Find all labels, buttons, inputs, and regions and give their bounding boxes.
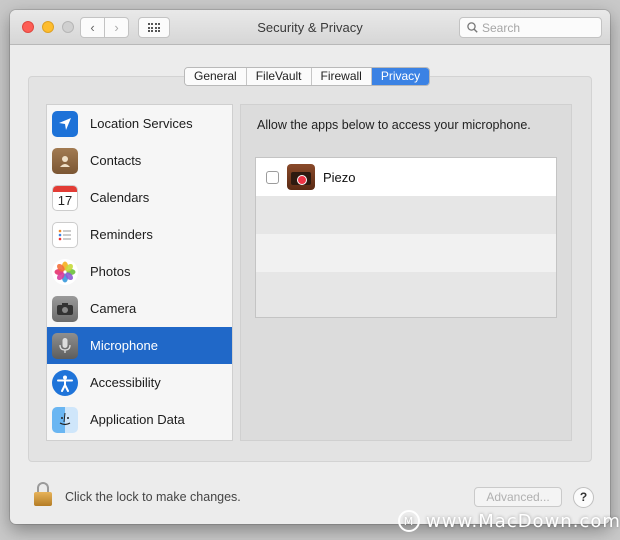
- search-input[interactable]: [482, 20, 592, 35]
- camera-icon: [52, 295, 78, 322]
- tab-firewall[interactable]: Firewall: [311, 68, 372, 85]
- sidebar-item-accessibility[interactable]: Accessibility: [47, 364, 232, 401]
- microphone-permissions-pane: Allow the apps below to access your micr…: [240, 104, 572, 441]
- list-item[interactable]: Piezo: [256, 158, 556, 196]
- sidebar-item-contacts[interactable]: Contacts: [47, 142, 232, 179]
- grid-icon: [147, 23, 161, 32]
- sidebar-item-label: Location Services: [90, 116, 193, 131]
- microphone-icon: [52, 332, 78, 359]
- lock-icon[interactable]: [34, 482, 52, 506]
- tab-filevault[interactable]: FileVault: [246, 68, 312, 85]
- sidebar-item-microphone[interactable]: Microphone: [47, 327, 232, 364]
- reminders-list-icon: [52, 221, 78, 248]
- help-button[interactable]: ?: [573, 487, 594, 508]
- finder-icon: [52, 406, 78, 433]
- advanced-button: Advanced...: [474, 487, 562, 507]
- sidebar-item-application-data[interactable]: Application Data: [47, 401, 232, 438]
- contacts-book-icon: [52, 147, 78, 174]
- back-button[interactable]: ‹: [80, 17, 105, 38]
- sidebar-item-label: Contacts: [90, 153, 142, 168]
- sidebar-item-label: Microphone: [90, 338, 158, 353]
- sidebar-item-label: Photos: [90, 264, 131, 279]
- calendar-icon: 17: [52, 184, 78, 211]
- privacy-category-list: Location Services Contacts 17 Calendars: [46, 104, 233, 441]
- tab-general[interactable]: General: [185, 68, 247, 85]
- title-bar: Security & Privacy ‹ ›: [10, 10, 610, 45]
- chevron-left-icon: ‹: [90, 20, 95, 35]
- forward-button[interactable]: ›: [104, 17, 129, 38]
- app-name: Piezo: [323, 169, 356, 185]
- empty-list-row: [256, 234, 556, 272]
- sidebar-item-label: Application Data: [90, 412, 185, 427]
- tab-bar: General FileVault Firewall Privacy: [184, 67, 431, 86]
- search-icon: [467, 22, 478, 33]
- sidebar-item-camera[interactable]: Camera: [47, 290, 232, 327]
- sidebar-item-label: Accessibility: [90, 375, 161, 390]
- sidebar-item-photos[interactable]: Photos: [47, 253, 232, 290]
- sidebar-item-label: Calendars: [90, 190, 150, 205]
- piezo-app-icon: [287, 164, 315, 190]
- pane-description: Allow the apps below to access your micr…: [257, 118, 531, 132]
- location-arrow-icon: [52, 110, 78, 137]
- sidebar-item-calendars[interactable]: 17 Calendars: [47, 179, 232, 216]
- sidebar-item-label: Reminders: [90, 227, 153, 242]
- accessibility-icon: [52, 369, 78, 396]
- show-all-button[interactable]: [138, 17, 170, 38]
- app-permission-checkbox[interactable]: [266, 170, 279, 184]
- watermark: M www.MacDown.com: [398, 510, 620, 532]
- tab-privacy[interactable]: Privacy: [371, 68, 430, 85]
- empty-list-row: [256, 272, 556, 317]
- sidebar-item-label: Camera: [90, 301, 137, 316]
- photos-flower-icon: [52, 258, 78, 285]
- macdown-logo-icon: M: [398, 510, 420, 532]
- chevron-right-icon: ›: [114, 20, 119, 35]
- preferences-window: Security & Privacy ‹ › General FileVault…: [10, 10, 610, 524]
- sidebar-item-reminders[interactable]: Reminders: [47, 216, 232, 253]
- search-field[interactable]: [459, 17, 602, 38]
- watermark-text: www.MacDown.com: [426, 510, 620, 532]
- app-list: Piezo: [255, 157, 557, 318]
- empty-list-row: [256, 196, 556, 234]
- lock-hint-text: Click the lock to make changes.: [65, 490, 241, 504]
- sidebar-item-location-services[interactable]: Location Services: [47, 105, 232, 142]
- calendar-day-text: 17: [57, 192, 73, 208]
